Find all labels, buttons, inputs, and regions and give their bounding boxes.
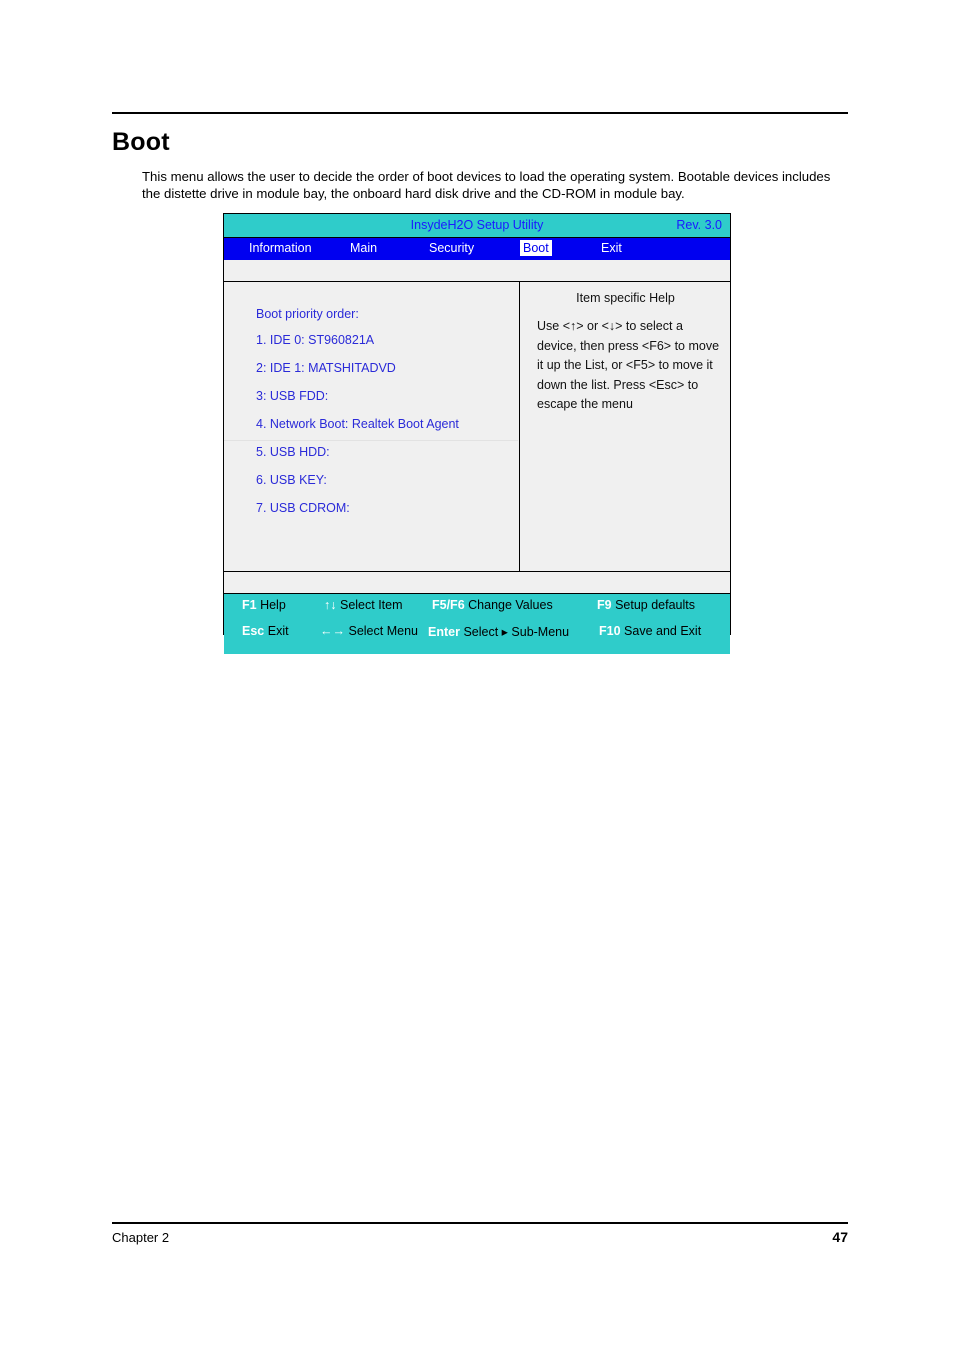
item-help-panel: Item specific Help Use <↑> or <↓> to sel…: [521, 282, 730, 571]
bios-content-area: Boot priority order: 1. IDE 0: ST960821A…: [224, 282, 730, 572]
function-key-enter-action: Select ▸ Sub-Menu: [463, 625, 570, 639]
function-key-f9[interactable]: F9 Setup defaults: [597, 598, 695, 612]
bios-function-key-bar: F1 Help ↑↓ Select Item F5/F6 Change Valu…: [224, 594, 730, 654]
page-bottom-rule: [112, 1222, 848, 1224]
function-key-leftright-action: Select Menu: [348, 624, 418, 638]
function-key-f5f6-action: Change Values: [468, 598, 553, 612]
menu-tab-exit[interactable]: Exit: [599, 241, 624, 255]
item-help-text: Use <↑> or <↓> to select a device, then …: [537, 319, 720, 411]
function-key-esc[interactable]: Esc Exit: [242, 624, 289, 638]
arrow-up-down-icon: ↑↓: [324, 598, 337, 612]
boot-list-item[interactable]: 1. IDE 0: ST960821A: [256, 333, 513, 347]
menu-tab-security[interactable]: Security: [427, 241, 476, 255]
boot-list-item[interactable]: 6. USB KEY:: [256, 473, 513, 487]
function-key-f10[interactable]: F10 Save and Exit: [599, 624, 701, 638]
item-help-title: Item specific Help: [576, 291, 675, 305]
function-key-updown-action: Select Item: [339, 598, 403, 612]
boot-priority-heading: Boot priority order:: [256, 307, 359, 321]
bios-revision-label: Rev. 3.0: [676, 218, 722, 232]
bios-menu-bar[interactable]: Information Main Security Boot Exit: [224, 238, 730, 260]
function-key-f1[interactable]: F1 Help: [242, 598, 286, 612]
footer-page-number: 47: [832, 1229, 848, 1245]
function-key-esc-key: Esc: [242, 624, 265, 638]
bios-title-bar: InsydeH2O Setup Utility Rev. 3.0: [224, 214, 730, 238]
function-key-f9-action: Setup defaults: [615, 598, 695, 612]
function-key-f1-key: F1: [242, 598, 257, 612]
footer-chapter-label: Chapter 2: [112, 1230, 170, 1245]
function-key-row-1: F1 Help ↑↓ Select Item F5/F6 Change Valu…: [224, 598, 730, 624]
function-key-f10-action: Save and Exit: [624, 624, 702, 638]
bios-lower-spacer: [224, 572, 730, 594]
function-key-leftright[interactable]: ←→ Select Menu: [320, 624, 418, 638]
function-key-updown[interactable]: ↑↓ Select Item: [324, 598, 403, 612]
function-key-enter-key: Enter: [428, 625, 460, 639]
bios-utility-title: InsydeH2O Setup Utility: [410, 218, 544, 232]
menu-tab-boot[interactable]: Boot: [520, 240, 552, 256]
boot-list-item[interactable]: 5. USB HDD:: [256, 445, 513, 459]
bios-upper-spacer: [224, 260, 730, 282]
page-title: Boot: [112, 128, 170, 156]
intro-paragraph: This menu allows the user to decide the …: [142, 169, 831, 201]
function-key-f1-action: Help: [260, 598, 286, 612]
boot-list-item[interactable]: 2: IDE 1: MATSHITADVD: [256, 361, 513, 375]
menu-tab-main[interactable]: Main: [348, 241, 379, 255]
function-key-f5f6[interactable]: F5/F6 Change Values: [432, 598, 553, 612]
boot-priority-list: Boot priority order: 1. IDE 0: ST960821A…: [256, 307, 513, 529]
scan-artifact-line: [224, 440, 518, 441]
function-key-esc-action: Exit: [267, 624, 289, 638]
boot-list-item[interactable]: 7. USB CDROM:: [256, 501, 513, 515]
page-top-rule: [112, 112, 848, 114]
boot-list-item[interactable]: 3: USB FDD:: [256, 389, 513, 403]
function-key-f10-key: F10: [599, 624, 621, 638]
arrow-left-right-icon: ←→: [320, 624, 345, 638]
menu-tab-information[interactable]: Information: [247, 241, 314, 255]
function-key-row-2: Esc Exit ←→ Select Menu Enter Select ▸ S…: [224, 624, 730, 650]
boot-list-item[interactable]: 4. Network Boot: Realtek Boot Agent: [256, 417, 513, 431]
function-key-enter[interactable]: Enter Select ▸ Sub-Menu: [428, 624, 569, 639]
function-key-f5f6-key: F5/F6: [432, 598, 465, 612]
boot-priority-panel: Boot priority order: 1. IDE 0: ST960821A…: [224, 282, 520, 571]
bios-setup-screen: InsydeH2O Setup Utility Rev. 3.0 Informa…: [223, 213, 731, 654]
function-key-f9-key: F9: [597, 598, 612, 612]
